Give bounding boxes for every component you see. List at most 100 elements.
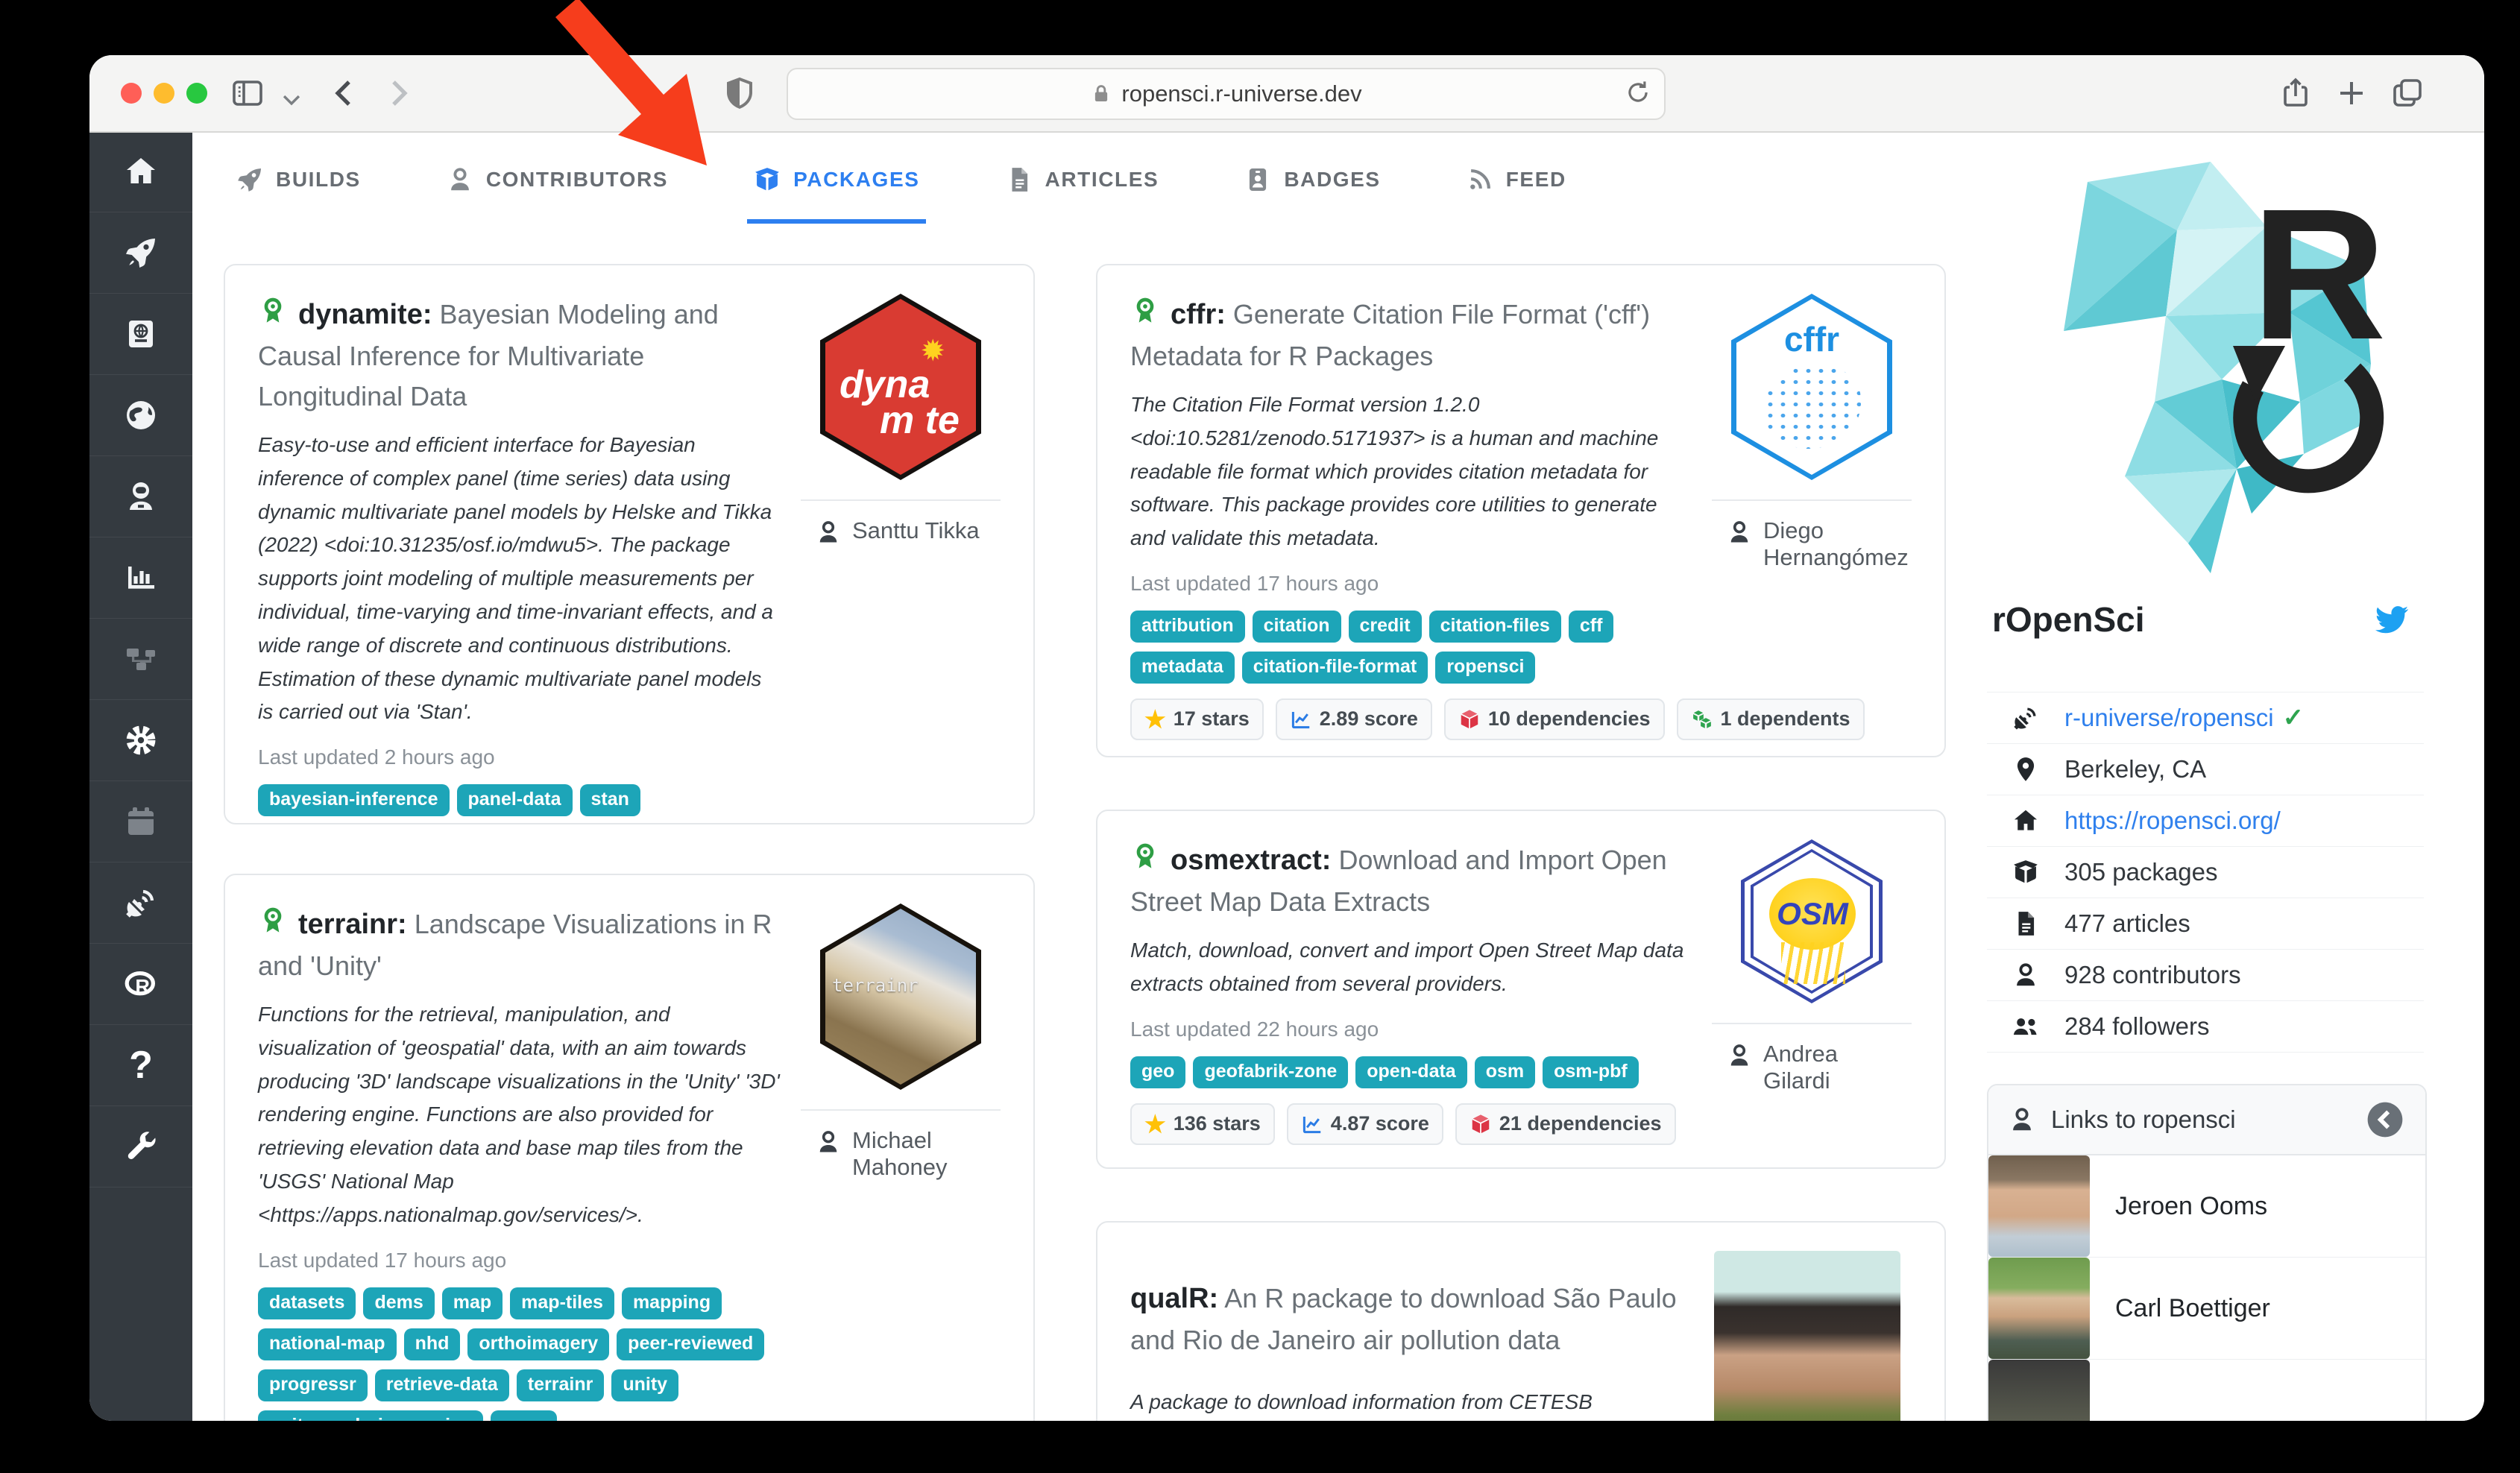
links-card-title: Links to ropensci [2051, 1105, 2236, 1134]
tab-feed[interactable]: FEED [1466, 165, 1566, 201]
package-name[interactable]: qualR: [1130, 1283, 1218, 1314]
sidebar-calendar-icon[interactable] [89, 781, 192, 862]
tab-packages[interactable]: PACKAGES [753, 165, 919, 201]
topic-tag[interactable]: bayesian-inference [258, 784, 450, 816]
linked-person-row[interactable] [1988, 1360, 2425, 1421]
topic-tag[interactable]: citation [1253, 611, 1341, 643]
topic-tag[interactable]: nhd [404, 1328, 461, 1360]
topic-tag[interactable]: panel-data [457, 784, 573, 816]
tab-badges[interactable]: BADGES [1244, 165, 1380, 201]
rss-icon [1466, 165, 1494, 194]
minimize-button[interactable] [154, 83, 174, 104]
topic-tag[interactable]: orthoimagery [467, 1328, 609, 1360]
package-card-qualr[interactable]: qualR: An R package to download São Paul… [1096, 1221, 1946, 1421]
zoom-button[interactable] [186, 83, 207, 104]
topic-tag[interactable]: osm [1475, 1056, 1535, 1088]
back-icon[interactable] [327, 75, 362, 111]
tab-overview-icon[interactable] [2390, 75, 2425, 111]
score-badge[interactable]: 4.87 score [1287, 1103, 1443, 1145]
sidebar-sitemap-icon[interactable] [89, 619, 192, 700]
score-badge[interactable]: 2.89 score [1276, 698, 1432, 740]
person-name[interactable]: Carl Boettiger [2115, 1294, 2270, 1323]
topic-tag[interactable]: geofabrik-zone [1193, 1056, 1348, 1088]
box-open-icon [1987, 858, 2064, 886]
package-name[interactable]: terrainr: [298, 909, 407, 940]
topic-tag[interactable]: datasets [258, 1287, 356, 1319]
sidebar-toggle-icon[interactable] [230, 75, 265, 111]
collapse-arrow-icon[interactable] [2364, 1099, 2406, 1141]
new-tab-icon[interactable] [2334, 75, 2369, 111]
tab-builds[interactable]: BUILDS [236, 165, 361, 201]
website-link[interactable]: https://ropensci.org/ [2064, 807, 2281, 835]
package-card-dynamite[interactable]: dynamite: Bayesian Modeling and Causal I… [224, 264, 1035, 824]
maintainer-icon [1726, 1042, 1753, 1069]
twitter-icon[interactable] [2374, 602, 2410, 637]
topic-tag[interactable]: map-tiles [510, 1287, 614, 1319]
linked-person-row[interactable]: Carl Boettiger [1988, 1258, 2425, 1360]
share-icon[interactable] [2278, 75, 2313, 111]
topic-tag[interactable]: metadata [1130, 652, 1235, 684]
topic-tag[interactable]: osm-pbf [1543, 1056, 1639, 1088]
topic-tag[interactable]: citation-files [1429, 611, 1561, 643]
maintainer[interactable]: Michael Mahoney [815, 1127, 986, 1181]
maintainer[interactable]: Diego Hernangómez [1726, 517, 1897, 571]
sidebar-bar-chart-icon[interactable] [89, 537, 192, 619]
package-name[interactable]: osmextract: [1171, 845, 1331, 876]
topic-tag[interactable]: attribution [1130, 611, 1245, 643]
sidebar-satellite-dish-icon[interactable] [89, 862, 192, 944]
sidebar-globe-icon[interactable] [89, 375, 192, 456]
stars-badge[interactable]: ★17 stars [1130, 698, 1264, 740]
url-bar[interactable]: ropensci.r-universe.dev [787, 68, 1666, 120]
topic-tag[interactable]: stan [580, 784, 640, 816]
package-card-terrainr[interactable]: terrainr: Landscape Visualizations in R … [224, 874, 1035, 1421]
topic-tag[interactable]: citation-file-format [1242, 652, 1428, 684]
topic-tag[interactable]: national-map [258, 1328, 397, 1360]
sidebar-question-icon[interactable]: ? [89, 1025, 192, 1106]
topic-tag[interactable]: ropensci [1435, 652, 1535, 684]
sidebar-home-icon[interactable] [89, 131, 192, 212]
tab-articles[interactable]: ARTICLES [1005, 165, 1159, 201]
package-name[interactable]: dynamite: [298, 299, 432, 330]
sidebar-r-logo-icon[interactable]: R [89, 944, 192, 1025]
package-name[interactable]: cffr: [1171, 299, 1226, 330]
topic-tag[interactable]: map [442, 1287, 503, 1319]
linked-person-row[interactable]: Jeroen Ooms [1988, 1155, 2425, 1258]
topic-tag[interactable]: terrainr [517, 1369, 605, 1401]
tab-contributors[interactable]: CONTRIBUTORS [446, 165, 668, 201]
close-button[interactable] [121, 83, 142, 104]
dependencies-badge[interactable]: 21 dependencies [1455, 1103, 1676, 1145]
topic-tag[interactable]: dems [363, 1287, 434, 1319]
topic-tag[interactable]: cff [1569, 611, 1614, 643]
privacy-shield-icon[interactable] [722, 75, 757, 111]
universe-link[interactable]: r-universe/ropensci [2064, 704, 2274, 732]
topic-tag[interactable]: unity [611, 1369, 678, 1401]
articles-count: 477 articles [2064, 909, 2190, 938]
chevron-down-icon[interactable] [279, 82, 304, 118]
topic-tag[interactable]: progressr [258, 1369, 368, 1401]
topic-tag[interactable]: unity-rendering-engine [258, 1410, 483, 1421]
topic-tag[interactable]: retrieve-data [375, 1369, 509, 1401]
dependencies-badge[interactable]: 10 dependencies [1444, 698, 1665, 740]
sidebar-astronaut-icon[interactable] [89, 456, 192, 537]
topic-tag[interactable]: credit [1349, 611, 1422, 643]
package-card-osmextract[interactable]: osmextract: Download and Import Open Str… [1096, 810, 1946, 1169]
sidebar-passport-icon[interactable] [89, 294, 192, 375]
topic-tag[interactable]: mapping [622, 1287, 722, 1319]
sidebar-wrench-icon[interactable] [89, 1106, 192, 1187]
reload-icon[interactable] [1624, 78, 1652, 107]
topic-tag[interactable]: usgs [491, 1410, 556, 1421]
avatar [1988, 1258, 2090, 1359]
maintainer[interactable]: Andrea Gilardi [1726, 1041, 1897, 1094]
sidebar-gear-icon[interactable] [89, 700, 192, 781]
topic-tag[interactable]: open-data [1355, 1056, 1467, 1088]
topic-tag[interactable]: peer-reviewed [617, 1328, 764, 1360]
topic-tag[interactable]: geo [1130, 1056, 1185, 1088]
sidebar-rocket-icon[interactable] [89, 212, 192, 294]
stars-badge[interactable]: ★136 stars [1130, 1103, 1275, 1145]
svg-text:R: R [135, 975, 150, 997]
person-name[interactable]: Jeroen Ooms [2115, 1192, 2267, 1221]
org-info-list: r-universe/ropensci ✓ Berkeley, CA https… [1987, 692, 2424, 1053]
package-card-cffr[interactable]: cffr: Generate Citation File Format ('cf… [1096, 264, 1946, 757]
maintainer[interactable]: Santtu Tikka [815, 517, 986, 546]
forward-icon[interactable] [380, 75, 416, 111]
